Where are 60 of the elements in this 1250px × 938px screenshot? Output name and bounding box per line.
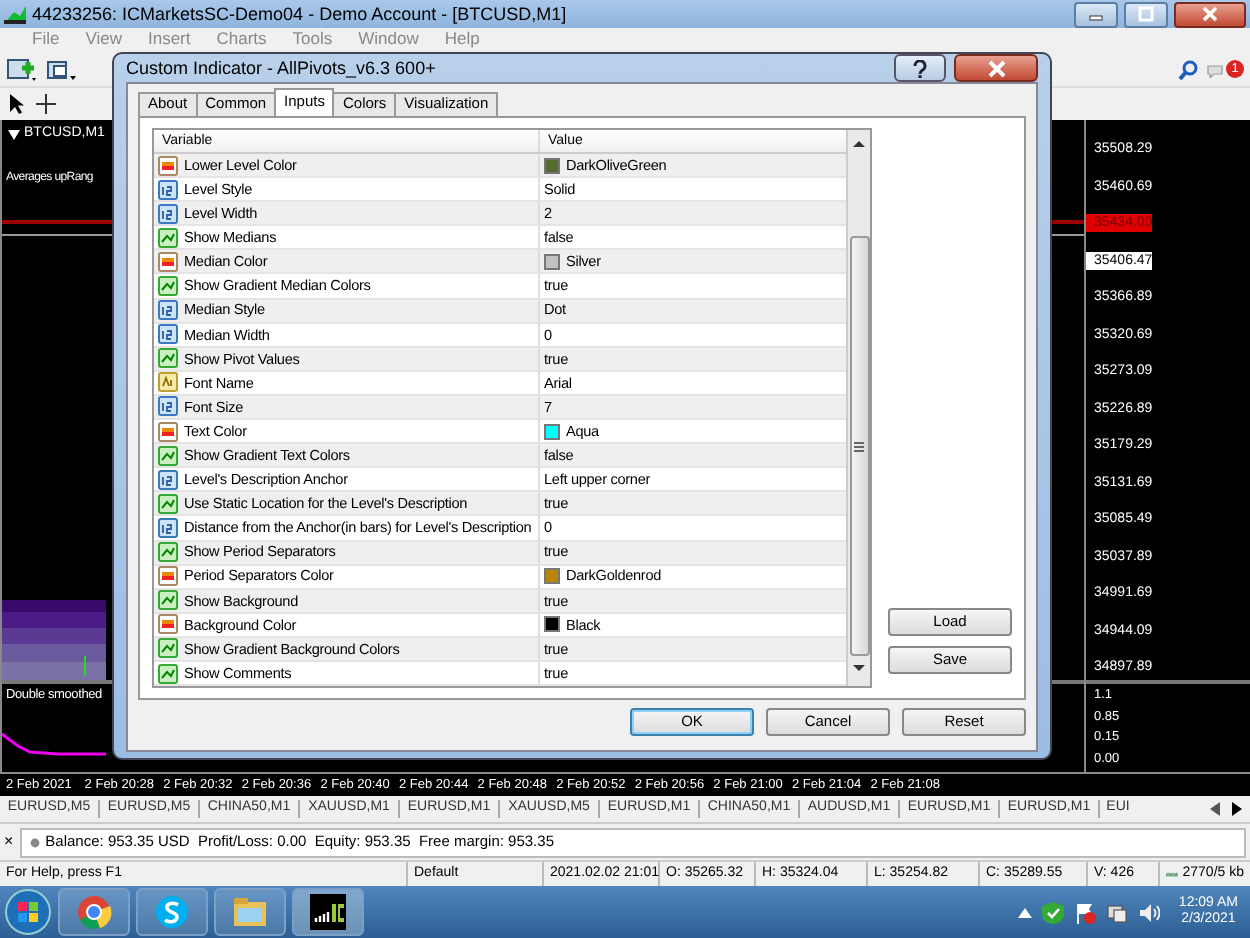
cursor-button[interactable] [6,92,26,116]
number-type-icon [158,324,178,345]
folder-icon [232,894,268,930]
network-icon[interactable] [1106,901,1129,923]
histogram-drawing [2,600,106,680]
minimize-button[interactable] [1074,1,1118,27]
dialog-title: Custom Indicator - AllPivots_v6.3 600+ [126,57,438,79]
bool-type-icon [158,493,178,514]
bool-type-icon [158,227,178,248]
scroll-up-icon[interactable] [852,138,866,150]
crosshair-icon [34,92,58,116]
grip-icon [854,441,864,452]
close-icon [987,59,1005,77]
window-title: 44233256: ICMarketsSC-Demo04 - Demo Account - [BTCUSD,M1] [32,3,569,25]
scroll-right-icon[interactable] [1232,802,1242,816]
status-dot-icon [29,837,40,847]
profiles-button[interactable] [46,57,78,81]
help-button[interactable] [894,54,946,82]
taskbar-button[interactable] [292,888,364,936]
new-chart-button[interactable] [6,57,38,81]
number-type-icon [158,396,178,417]
bool-type-icon [158,638,178,659]
indicator-line [2,732,106,756]
chat-app-icon [154,894,190,930]
close-button[interactable] [954,54,1038,82]
scroll-left-icon[interactable] [1210,802,1220,816]
new-chart-icon [6,57,38,81]
number-type-icon [158,300,178,321]
caret-icon [8,129,20,140]
bool-type-icon [158,542,178,563]
show-hidden-icons-icon[interactable] [1018,907,1033,917]
number-type-icon [158,203,178,224]
app-logo-icon [4,5,26,23]
start-button-icon[interactable] [4,888,52,936]
bool-type-icon [158,590,178,611]
browser-icon [76,894,112,930]
profiles-icon [46,57,78,81]
flag-icon[interactable] [1074,901,1097,923]
close-button[interactable] [1174,1,1246,27]
bool-type-icon [158,663,178,684]
bool-type-icon [158,348,178,369]
number-type-icon [158,517,178,538]
close-icon [1202,6,1218,22]
scroll-down-icon[interactable] [852,662,866,675]
cursor-icon [6,92,26,116]
number-type-icon [158,179,178,200]
speaker-icon[interactable] [1138,901,1161,923]
shield-icon[interactable] [1042,901,1065,923]
help-icon [912,59,928,77]
crosshair-button[interactable] [34,92,58,116]
maximize-icon [1138,6,1154,22]
scrollbar-thumb[interactable] [849,236,869,657]
trading-app-icon [310,894,346,930]
search-icon[interactable] [1178,59,1198,79]
bool-type-icon [158,276,178,297]
bool-type-icon [158,445,178,466]
number-type-icon [158,469,178,490]
maximize-button[interactable] [1124,1,1168,27]
text-type-icon [158,372,178,393]
close-button[interactable]: × [4,834,14,850]
